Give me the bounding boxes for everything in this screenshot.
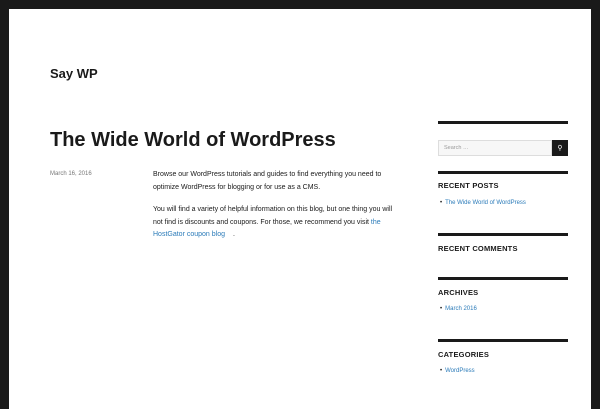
category-item[interactable]: WordPress: [440, 368, 475, 374]
recent-post-item[interactable]: The Wide World of WordPress: [440, 200, 526, 206]
search-button[interactable]: ⚲: [552, 140, 568, 156]
search-input[interactable]: Search …: [438, 140, 552, 156]
recent-comments-heading: RECENT COMMENTS: [438, 244, 518, 253]
categories-heading: CATEGORIES: [438, 350, 490, 359]
paragraph: Browse our WordPress tutorials and guide…: [153, 171, 382, 191]
archive-item[interactable]: March 2016: [440, 306, 477, 312]
archives-heading: ARCHIVES: [438, 288, 479, 297]
post-title[interactable]: The Wide World of WordPress: [50, 129, 336, 152]
post-content: Browse our WordPress tutorials and guide…: [153, 169, 393, 252]
page: Say WP The Wide World of WordPress March…: [9, 9, 591, 409]
paragraph: You will find a variety of helpful infor…: [153, 204, 393, 242]
paragraph-text: You will find a variety of helpful infor…: [153, 206, 393, 226]
site-title[interactable]: Say WP: [50, 66, 98, 81]
divider: [438, 171, 568, 174]
divider: [438, 277, 568, 280]
divider: [438, 339, 568, 342]
search-form: Search … ⚲: [438, 140, 568, 156]
divider: [438, 233, 568, 236]
divider: [438, 121, 568, 124]
trailing-text: .: [233, 231, 235, 238]
search-icon: ⚲: [557, 145, 563, 152]
recent-posts-heading: RECENT POSTS: [438, 181, 499, 190]
post-date[interactable]: March 16, 2016: [50, 171, 92, 177]
